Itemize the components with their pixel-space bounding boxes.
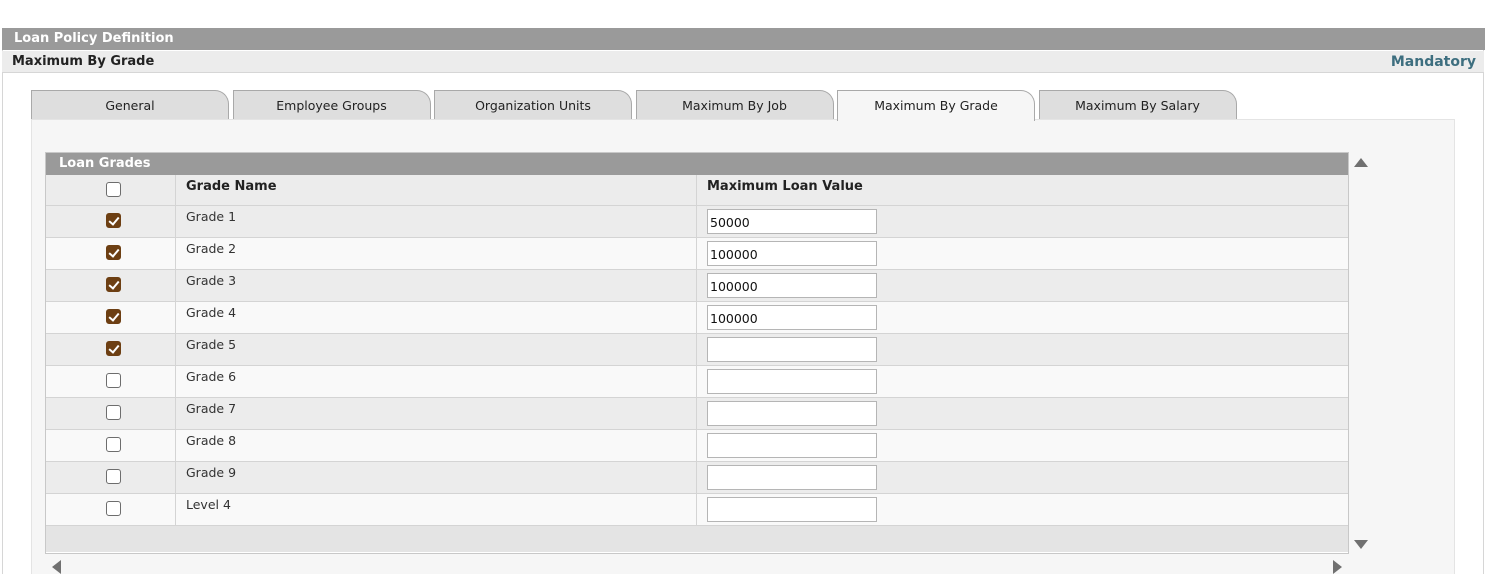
header-grade-name-cell: Grade Name: [176, 175, 697, 205]
row-checkbox-cell: [46, 334, 176, 365]
table-row: Grade 2: [46, 238, 1348, 270]
grade-name: Grade 3: [186, 273, 237, 288]
window-title: Loan Policy Definition: [2, 28, 1485, 50]
column-header-max-loan-value: Maximum Loan Value: [707, 179, 863, 194]
tab-general[interactable]: General: [31, 90, 229, 119]
grade-name-cell: Grade 6: [176, 366, 697, 397]
tab-employee-groups[interactable]: Employee Groups: [232, 90, 431, 119]
row-checkbox-cell: [46, 302, 176, 333]
row-select-checkbox[interactable]: [106, 277, 121, 292]
tab-organization-units[interactable]: Organization Units: [434, 90, 632, 119]
max-loan-value-cell: [697, 334, 1348, 365]
grid-header-row: Grade Name Maximum Loan Value: [46, 175, 1348, 206]
grade-name-cell: Grade 2: [176, 238, 697, 269]
max-loan-value-cell: [697, 366, 1348, 397]
table-row: Grade 4: [46, 302, 1348, 334]
grade-name: Grade 4: [186, 305, 237, 320]
row-checkbox-cell: [46, 430, 176, 461]
table-row: Grade 5: [46, 334, 1348, 366]
max-loan-value-input[interactable]: [707, 433, 877, 458]
max-loan-value-cell: [697, 206, 1348, 237]
max-loan-value-input[interactable]: [707, 465, 877, 490]
triangle-left-icon[interactable]: [52, 560, 61, 574]
header-max-loan-cell: Maximum Loan Value: [697, 175, 1348, 205]
loan-grades-grid: Loan Grades Grade Name Maximum Loan Valu…: [45, 152, 1349, 554]
table-row: Level 4: [46, 494, 1348, 526]
triangle-down-icon[interactable]: [1354, 540, 1368, 549]
grade-name-cell: Grade 4: [176, 302, 697, 333]
max-loan-value-input[interactable]: [707, 209, 877, 234]
page: Loan Policy Definition Maximum By Grade …: [0, 0, 1485, 574]
table-row: Grade 6: [46, 366, 1348, 398]
grade-name: Level 4: [186, 497, 231, 512]
grade-name-cell: Grade 3: [176, 270, 697, 301]
grade-name: Grade 1: [186, 209, 237, 224]
grade-name: Grade 7: [186, 401, 237, 416]
mandatory-label: Mandatory: [1390, 54, 1476, 70]
grade-name: Grade 8: [186, 433, 237, 448]
table-row: Grade 3: [46, 270, 1348, 302]
section-title: Maximum By Grade: [12, 54, 155, 69]
row-checkbox-cell: [46, 462, 176, 493]
max-loan-value-cell: [697, 270, 1348, 301]
row-checkbox-cell: [46, 366, 176, 397]
row-checkbox-cell: [46, 494, 176, 525]
select-all-checkbox[interactable]: [106, 182, 121, 197]
row-select-checkbox[interactable]: [106, 245, 121, 260]
tab-maximum-by-grade[interactable]: Maximum By Grade: [837, 90, 1035, 121]
tab-maximum-by-job[interactable]: Maximum By Job: [635, 90, 834, 119]
grid-body: Grade 1 Grade 2 Grade 3 Grade 4 Grade 5 Grade…: [46, 206, 1348, 526]
grid-title: Loan Grades: [46, 153, 1348, 175]
row-select-checkbox[interactable]: [106, 341, 121, 356]
max-loan-value-cell: [697, 494, 1348, 525]
grade-name-cell: Level 4: [176, 494, 697, 525]
tab-maximum-by-salary[interactable]: Maximum By Salary: [1038, 90, 1237, 119]
max-loan-value-input[interactable]: [707, 369, 877, 394]
grade-name-cell: Grade 8: [176, 430, 697, 461]
table-row: Grade 1: [46, 206, 1348, 238]
grade-name-cell: Grade 7: [176, 398, 697, 429]
triangle-right-icon[interactable]: [1333, 560, 1342, 574]
table-row: Grade 9: [46, 462, 1348, 494]
grade-name: Grade 2: [186, 241, 237, 256]
row-select-checkbox[interactable]: [106, 469, 121, 484]
section-header: Maximum By Grade Mandatory: [2, 51, 1484, 73]
grade-name: Grade 5: [186, 337, 237, 352]
row-select-checkbox[interactable]: [106, 405, 121, 420]
max-loan-value-cell: [697, 430, 1348, 461]
row-checkbox-cell: [46, 238, 176, 269]
max-loan-value-input[interactable]: [707, 273, 877, 298]
triangle-up-icon[interactable]: [1354, 158, 1368, 167]
grade-name-cell: Grade 9: [176, 462, 697, 493]
max-loan-value-input[interactable]: [707, 241, 877, 266]
grade-name: Grade 9: [186, 465, 237, 480]
max-loan-value-cell: [697, 398, 1348, 429]
row-select-checkbox[interactable]: [106, 501, 121, 516]
max-loan-value-cell: [697, 462, 1348, 493]
grid-footer: [46, 526, 1348, 552]
max-loan-value-input[interactable]: [707, 305, 877, 330]
max-loan-value-cell: [697, 302, 1348, 333]
row-select-checkbox[interactable]: [106, 437, 121, 452]
row-select-checkbox[interactable]: [106, 213, 121, 228]
row-checkbox-cell: [46, 270, 176, 301]
grade-name-cell: Grade 1: [176, 206, 697, 237]
row-select-checkbox[interactable]: [106, 309, 121, 324]
table-row: Grade 8: [46, 430, 1348, 462]
max-loan-value-cell: [697, 238, 1348, 269]
table-row: Grade 7: [46, 398, 1348, 430]
max-loan-value-input[interactable]: [707, 337, 877, 362]
row-checkbox-cell: [46, 398, 176, 429]
max-loan-value-input[interactable]: [707, 401, 877, 426]
row-checkbox-cell: [46, 206, 176, 237]
grade-name: Grade 6: [186, 369, 237, 384]
column-header-grade-name: Grade Name: [186, 179, 277, 194]
max-loan-value-input[interactable]: [707, 497, 877, 522]
header-checkbox-cell: [46, 175, 176, 205]
grade-name-cell: Grade 5: [176, 334, 697, 365]
row-select-checkbox[interactable]: [106, 373, 121, 388]
